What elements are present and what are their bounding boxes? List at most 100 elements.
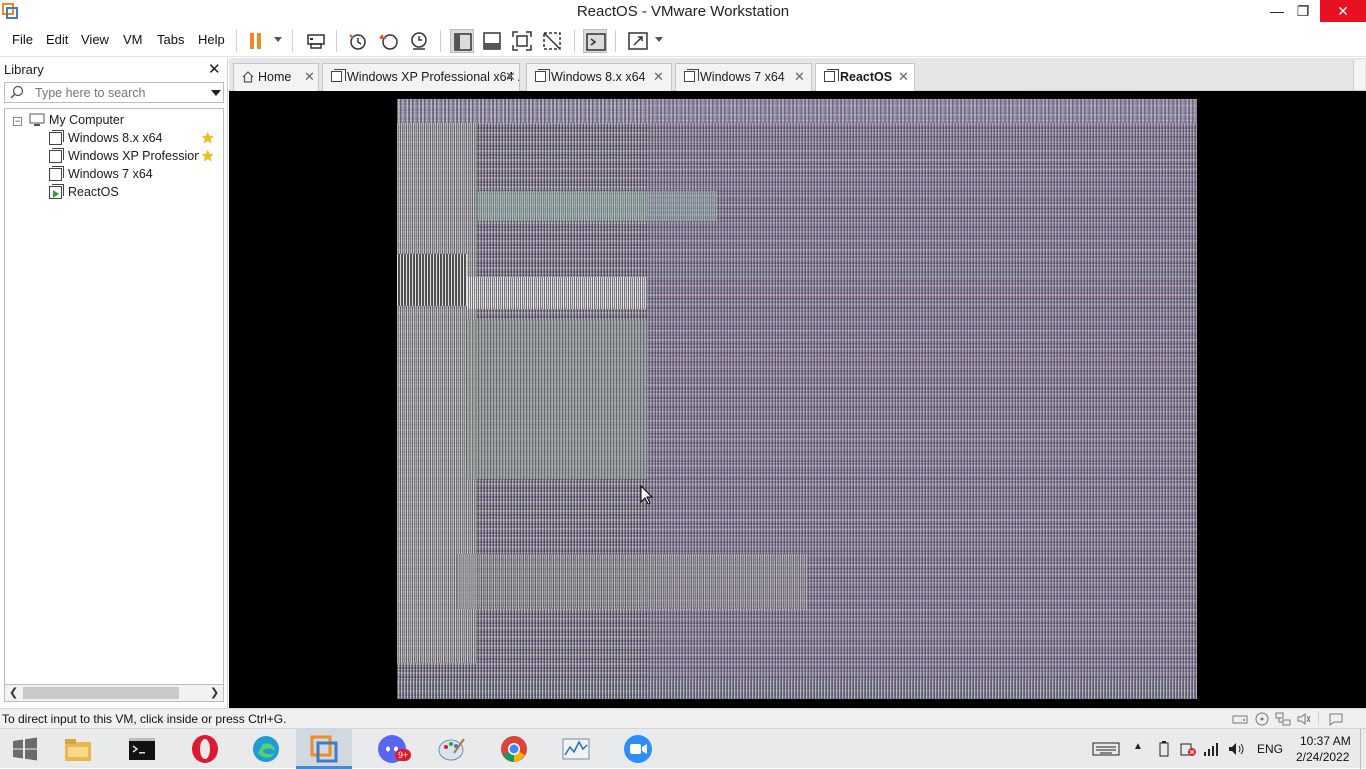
title-bar[interactable]: ReactOS - VMware Workstation — ❐ ✕	[0, 0, 1366, 24]
menu-view[interactable]: View	[81, 32, 109, 47]
take-snapshot-button[interactable]	[346, 29, 370, 53]
vm-icon	[49, 130, 64, 145]
taskbar-performance-monitor[interactable]	[548, 729, 604, 769]
display-artifact-band	[467, 277, 647, 309]
tab-reactos[interactable]: ReactOS ✕	[815, 63, 915, 92]
taskbar-edge[interactable]	[238, 729, 294, 769]
tree-collapse-toggle[interactable]: −	[13, 117, 22, 126]
tab-windows-8[interactable]: Windows 8.x x64 ✕	[526, 63, 672, 91]
hard-disk-icon[interactable]	[1232, 712, 1248, 726]
sound-card-icon[interactable]	[1296, 712, 1312, 726]
search-dropdown-icon[interactable]	[211, 90, 221, 96]
menu-help[interactable]: Help	[198, 32, 225, 47]
start-button[interactable]	[0, 729, 50, 769]
show-library-button[interactable]	[450, 29, 474, 53]
scroll-left-icon[interactable]: ❮	[9, 686, 18, 699]
scroll-right-icon[interactable]: ❯	[210, 686, 219, 699]
play-icon	[53, 190, 59, 198]
taskbar-zoom[interactable]	[610, 729, 666, 769]
vm-console[interactable]	[229, 91, 1366, 708]
security-warning-icon[interactable]	[1179, 741, 1197, 757]
display-artifact-band	[397, 679, 1197, 699]
menu-tabs[interactable]: Tabs	[157, 32, 184, 47]
clock-time[interactable]: 10:37 AM	[1300, 734, 1351, 748]
thumbnail-bar-button[interactable]	[480, 29, 504, 53]
tree-item-vm-selected[interactable]: ReactOS	[49, 183, 221, 201]
library-title: Library	[4, 62, 44, 77]
zoom-icon	[624, 735, 652, 763]
menu-file[interactable]: File	[12, 32, 33, 47]
input-language-indicator[interactable]: ENG	[1257, 742, 1283, 756]
library-pane: Library ✕ − My Computer Windows 8.x x64 …	[0, 58, 228, 708]
tab-windows-xp[interactable]: Windows XP Professional x64 ... ✕	[322, 63, 520, 91]
power-dropdown-icon[interactable]	[274, 37, 282, 42]
tab-scroll-area[interactable]	[1353, 60, 1365, 90]
tab-close-button[interactable]: ✕	[794, 64, 805, 90]
show-hidden-icons-chevron-icon[interactable]: ▲	[1133, 741, 1151, 757]
taskbar-opera[interactable]	[177, 729, 233, 769]
show-desktop-button[interactable]	[1360, 729, 1366, 769]
close-window-button[interactable]: ✕	[1320, 0, 1366, 22]
search-input[interactable]	[35, 85, 205, 101]
scrollbar-thumb[interactable]	[23, 687, 179, 699]
show-library-icon	[454, 33, 472, 51]
console-view-button[interactable]	[583, 29, 607, 53]
snapshot-manager-button[interactable]	[407, 29, 431, 53]
status-separator	[1318, 711, 1319, 725]
network-signal-icon[interactable]	[1202, 741, 1220, 757]
tree-item-label: Windows XP Professiona	[68, 149, 199, 163]
menu-edit[interactable]: Edit	[46, 32, 68, 47]
send-ctrl-alt-del-button[interactable]	[304, 29, 328, 53]
vm-icon	[331, 69, 346, 82]
guest-screen-corrupted-display[interactable]	[397, 99, 1197, 699]
tab-bar: Home ✕ Windows XP Professional x64 ... ✕…	[229, 58, 1366, 92]
taskbar-vmware[interactable]	[296, 729, 352, 769]
thumbnail-bar-icon	[483, 32, 501, 50]
taskbar-command-prompt[interactable]	[114, 729, 170, 769]
full-screen-button[interactable]	[510, 29, 534, 53]
taskbar-paint[interactable]	[424, 729, 480, 769]
tab-label: ReactOS	[840, 70, 893, 84]
snapshot-revert-icon	[379, 34, 398, 50]
search-icon	[10, 85, 24, 99]
stretch-guest-button[interactable]	[626, 29, 650, 53]
menu-vm[interactable]: VM	[123, 32, 143, 47]
taskbar-chrome[interactable]	[486, 729, 542, 769]
network-adapter-icon[interactable]	[1275, 712, 1291, 726]
volume-icon[interactable]	[1227, 741, 1245, 757]
unity-icon	[543, 32, 561, 50]
tab-close-button[interactable]: ✕	[505, 64, 516, 90]
snapshot-take-icon	[349, 34, 366, 50]
cd-drive-icon[interactable]	[1254, 712, 1270, 726]
pause-button[interactable]	[244, 29, 268, 53]
tab-close-button[interactable]: ✕	[898, 64, 909, 90]
revert-snapshot-button[interactable]	[377, 29, 401, 53]
library-close-button[interactable]: ✕	[208, 60, 221, 78]
snapshot-manager-icon	[411, 32, 427, 50]
vm-icon	[49, 166, 64, 181]
vm-icon	[684, 69, 699, 82]
vm-running-icon	[824, 69, 839, 82]
message-log-icon[interactable]	[1328, 712, 1344, 726]
display-artifact-band	[457, 554, 807, 609]
taskbar-file-explorer[interactable]	[50, 729, 106, 769]
taskbar-discord[interactable]: 9+	[364, 729, 420, 769]
unity-button[interactable]	[540, 29, 564, 53]
clock-date[interactable]: 2/24/2022	[1296, 750, 1349, 764]
library-search-box[interactable]	[4, 82, 224, 103]
tab-close-button[interactable]: ✕	[653, 64, 664, 90]
stretch-dropdown-icon[interactable]	[655, 37, 663, 42]
touch-keyboard-icon[interactable]	[1092, 741, 1120, 757]
menu-toolbar: File Edit View VM Tabs Help	[0, 24, 1366, 57]
tree-item-vm[interactable]: Windows 8.x x64	[49, 129, 221, 147]
tab-windows-7[interactable]: Windows 7 x64 ✕	[675, 63, 812, 91]
tab-home[interactable]: Home ✕	[233, 63, 319, 91]
tree-item-vm[interactable]: Windows 7 x64	[49, 165, 221, 183]
tab-close-button[interactable]: ✕	[304, 64, 315, 90]
library-horizontal-scrollbar[interactable]: ❮ ❯	[4, 684, 224, 702]
tree-item-vm[interactable]: Windows XP Professiona	[49, 147, 199, 165]
tab-label: Home	[258, 70, 292, 84]
windows-start-icon	[13, 737, 37, 761]
computer-icon	[29, 113, 45, 126]
power-battery-icon[interactable]	[1155, 741, 1173, 757]
